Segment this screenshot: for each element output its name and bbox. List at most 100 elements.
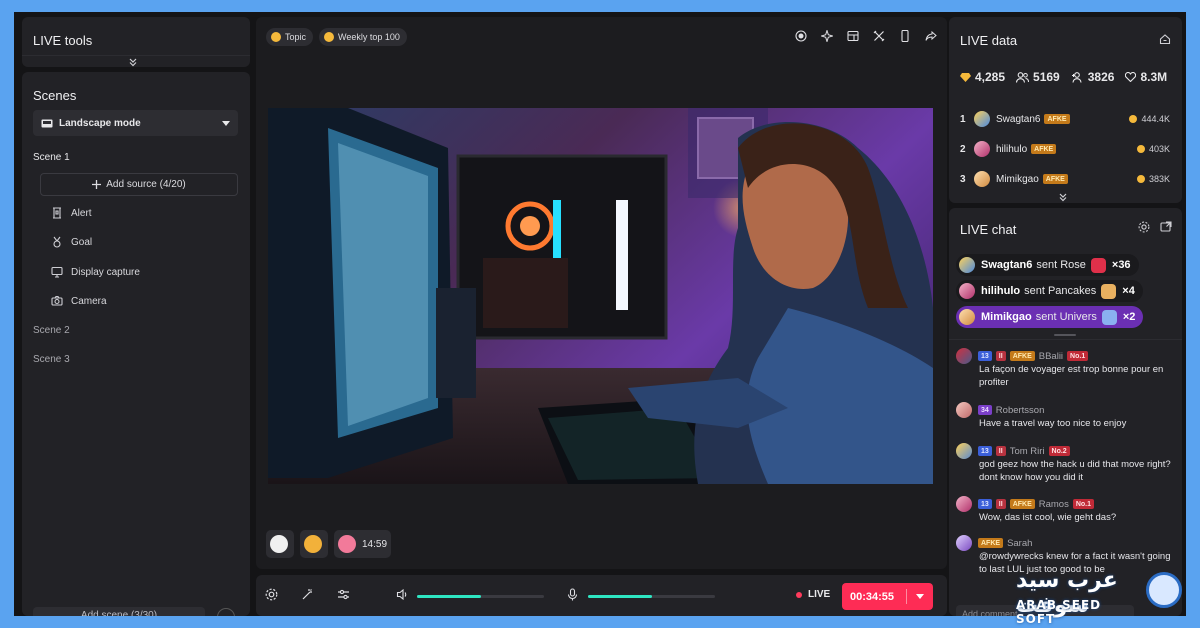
rank-username: Mimikgao — [996, 173, 1039, 185]
avatar — [956, 535, 972, 551]
avatar — [956, 496, 972, 512]
live-data-title: LIVE data — [960, 33, 1018, 48]
chat-message[interactable]: 13 II AFKE Ramos No.1 Wow, das ist cool,… — [956, 496, 1178, 525]
rank-number: 3 — [960, 173, 966, 185]
add-source-button[interactable]: Add source (4/20) — [40, 173, 238, 196]
monitor-icon — [51, 266, 63, 278]
rank-badge: No.2 — [1048, 446, 1070, 456]
chevron-down-icon[interactable] — [907, 594, 933, 599]
rank-badge: No.1 — [1067, 351, 1089, 361]
rank-badge: No.1 — [1072, 499, 1095, 509]
rank-coins: 383K — [1136, 174, 1170, 184]
avatar — [956, 443, 972, 459]
divider — [949, 339, 1182, 340]
heart-badge: II — [995, 446, 1006, 456]
resize-handle[interactable] — [1054, 334, 1076, 336]
orientation-select[interactable]: Landscape mode — [33, 110, 238, 136]
chat-settings-gear-icon[interactable] — [1138, 221, 1150, 233]
gift-count: ×2 — [1122, 311, 1136, 323]
ranking-row[interactable]: 1 Swagtan6 AFKE 444.4K — [960, 111, 1170, 127]
source-item-goal[interactable]: Goal — [51, 236, 92, 248]
scene-item-2[interactable]: Scene 2 — [33, 325, 70, 336]
orientation-label: Landscape mode — [59, 117, 141, 129]
end-live-button[interactable]: 00:34:55 — [842, 583, 933, 610]
avatar — [959, 309, 975, 325]
source-label: Camera — [71, 295, 107, 307]
rose-gift-icon — [1090, 257, 1106, 273]
chat-username: Tom Riri — [1009, 445, 1045, 457]
mic-slider[interactable] — [588, 595, 715, 598]
scene-settings-icon[interactable] — [217, 608, 235, 616]
scene-item-3[interactable]: Scene 3 — [33, 354, 70, 365]
tools-icon[interactable] — [873, 30, 885, 42]
fan-badge-label: AFKE — [1012, 352, 1032, 360]
chat-message[interactable]: 13 II Tom Riri No.2 god geez how the hac… — [956, 443, 1178, 484]
ranking-row[interactable]: 2 hilihulo AFKE 403K — [960, 141, 1170, 157]
popout-window-icon[interactable] — [1160, 221, 1172, 233]
heart-badge-label: II — [998, 352, 1003, 360]
star-sticker-icon — [304, 535, 322, 553]
effects-sparkle-icon[interactable] — [821, 30, 833, 42]
chat-message[interactable]: 34 Robertsson Have a travel way too nice… — [956, 402, 1178, 431]
settings-gear-icon[interactable] — [265, 588, 278, 601]
fan-badge-label: AFKE — [1034, 145, 1054, 153]
sticker-star[interactable] — [300, 530, 328, 558]
gift-sender: hilihulo — [981, 285, 1021, 297]
home-icon[interactable] — [1159, 33, 1171, 45]
stage-chips: Topic Weekly top 100 — [266, 28, 407, 46]
source-item-alert[interactable]: Alert — [51, 207, 92, 219]
heart-icon — [1125, 72, 1137, 82]
expand-chevron-icon[interactable] — [128, 57, 138, 67]
avatar — [974, 171, 990, 187]
camera-icon — [51, 295, 63, 307]
sticker-ghost[interactable] — [266, 530, 294, 558]
source-item-display-capture[interactable]: Display capture — [51, 266, 140, 278]
camera-preview-video[interactable] — [268, 108, 933, 484]
scene-item-1[interactable]: Scene 1 — [33, 152, 70, 163]
level-value: 13 — [981, 500, 989, 508]
gift-notification: Swagtan6 sent Rose ×36 — [956, 254, 1139, 276]
phone-icon[interactable] — [899, 30, 911, 42]
sticker-timed[interactable]: 14:59 — [334, 530, 392, 558]
speaker-volume-icon[interactable] — [396, 588, 409, 601]
microphone-icon[interactable] — [566, 588, 579, 601]
volume-slider[interactable] — [417, 595, 544, 598]
live-data-panel: LIVE data 4,285 5169 3826 8.3M 1 Swagtan… — [949, 17, 1182, 203]
record-icon[interactable] — [795, 30, 807, 42]
rank-badge-label: No.1 — [1075, 500, 1092, 508]
likes-stat: 8.3M — [1125, 70, 1167, 84]
alert-icon — [51, 207, 63, 219]
adjust-sliders-icon[interactable] — [337, 588, 350, 601]
weekly-top-chip[interactable]: Weekly top 100 — [319, 28, 407, 46]
fan-badge: AFKE — [1009, 351, 1035, 361]
sticker-timer: 14:59 — [362, 538, 388, 550]
gem-value: 34 — [981, 406, 989, 414]
avatar — [959, 283, 975, 299]
level-value: 13 — [981, 352, 989, 360]
coins-value: 444.4K — [1141, 114, 1170, 124]
heart-badge: II — [995, 499, 1006, 509]
live-tools-panel: LIVE tools — [22, 17, 250, 67]
landscape-icon — [41, 119, 53, 128]
diamonds-stat: 4,285 — [960, 70, 1005, 84]
viewers-value: 5169 — [1033, 70, 1060, 84]
share-icon[interactable] — [925, 30, 937, 42]
gift-sender: Swagtan6 — [981, 259, 1033, 271]
new-followers-value: 3826 — [1087, 70, 1115, 84]
chat-message[interactable]: 13 II AFKE BBalii No.1 La façon de voyag… — [956, 348, 1178, 389]
expand-chevron-icon[interactable] — [1058, 192, 1068, 202]
scenes-title: Scenes — [33, 88, 77, 103]
ranking-row[interactable]: 3 Mimikgao AFKE 383K — [960, 171, 1170, 187]
source-item-camera[interactable]: Camera — [51, 295, 107, 307]
add-user-icon — [1071, 71, 1084, 83]
live-studio-app: LIVE tools Scenes Landscape mode Scene 1… — [14, 12, 1186, 616]
coin-icon — [1129, 115, 1138, 123]
add-scene-button[interactable]: Add scene (3/30) — [33, 607, 205, 616]
layout-icon[interactable] — [847, 30, 859, 42]
rank-coins: 444.4K — [1129, 114, 1170, 124]
rank-coins: 403K — [1136, 144, 1170, 154]
live-dot-icon — [796, 591, 802, 598]
magic-wand-icon[interactable] — [301, 588, 314, 601]
source-label: Alert — [71, 207, 92, 219]
topic-chip[interactable]: Topic — [266, 28, 314, 46]
